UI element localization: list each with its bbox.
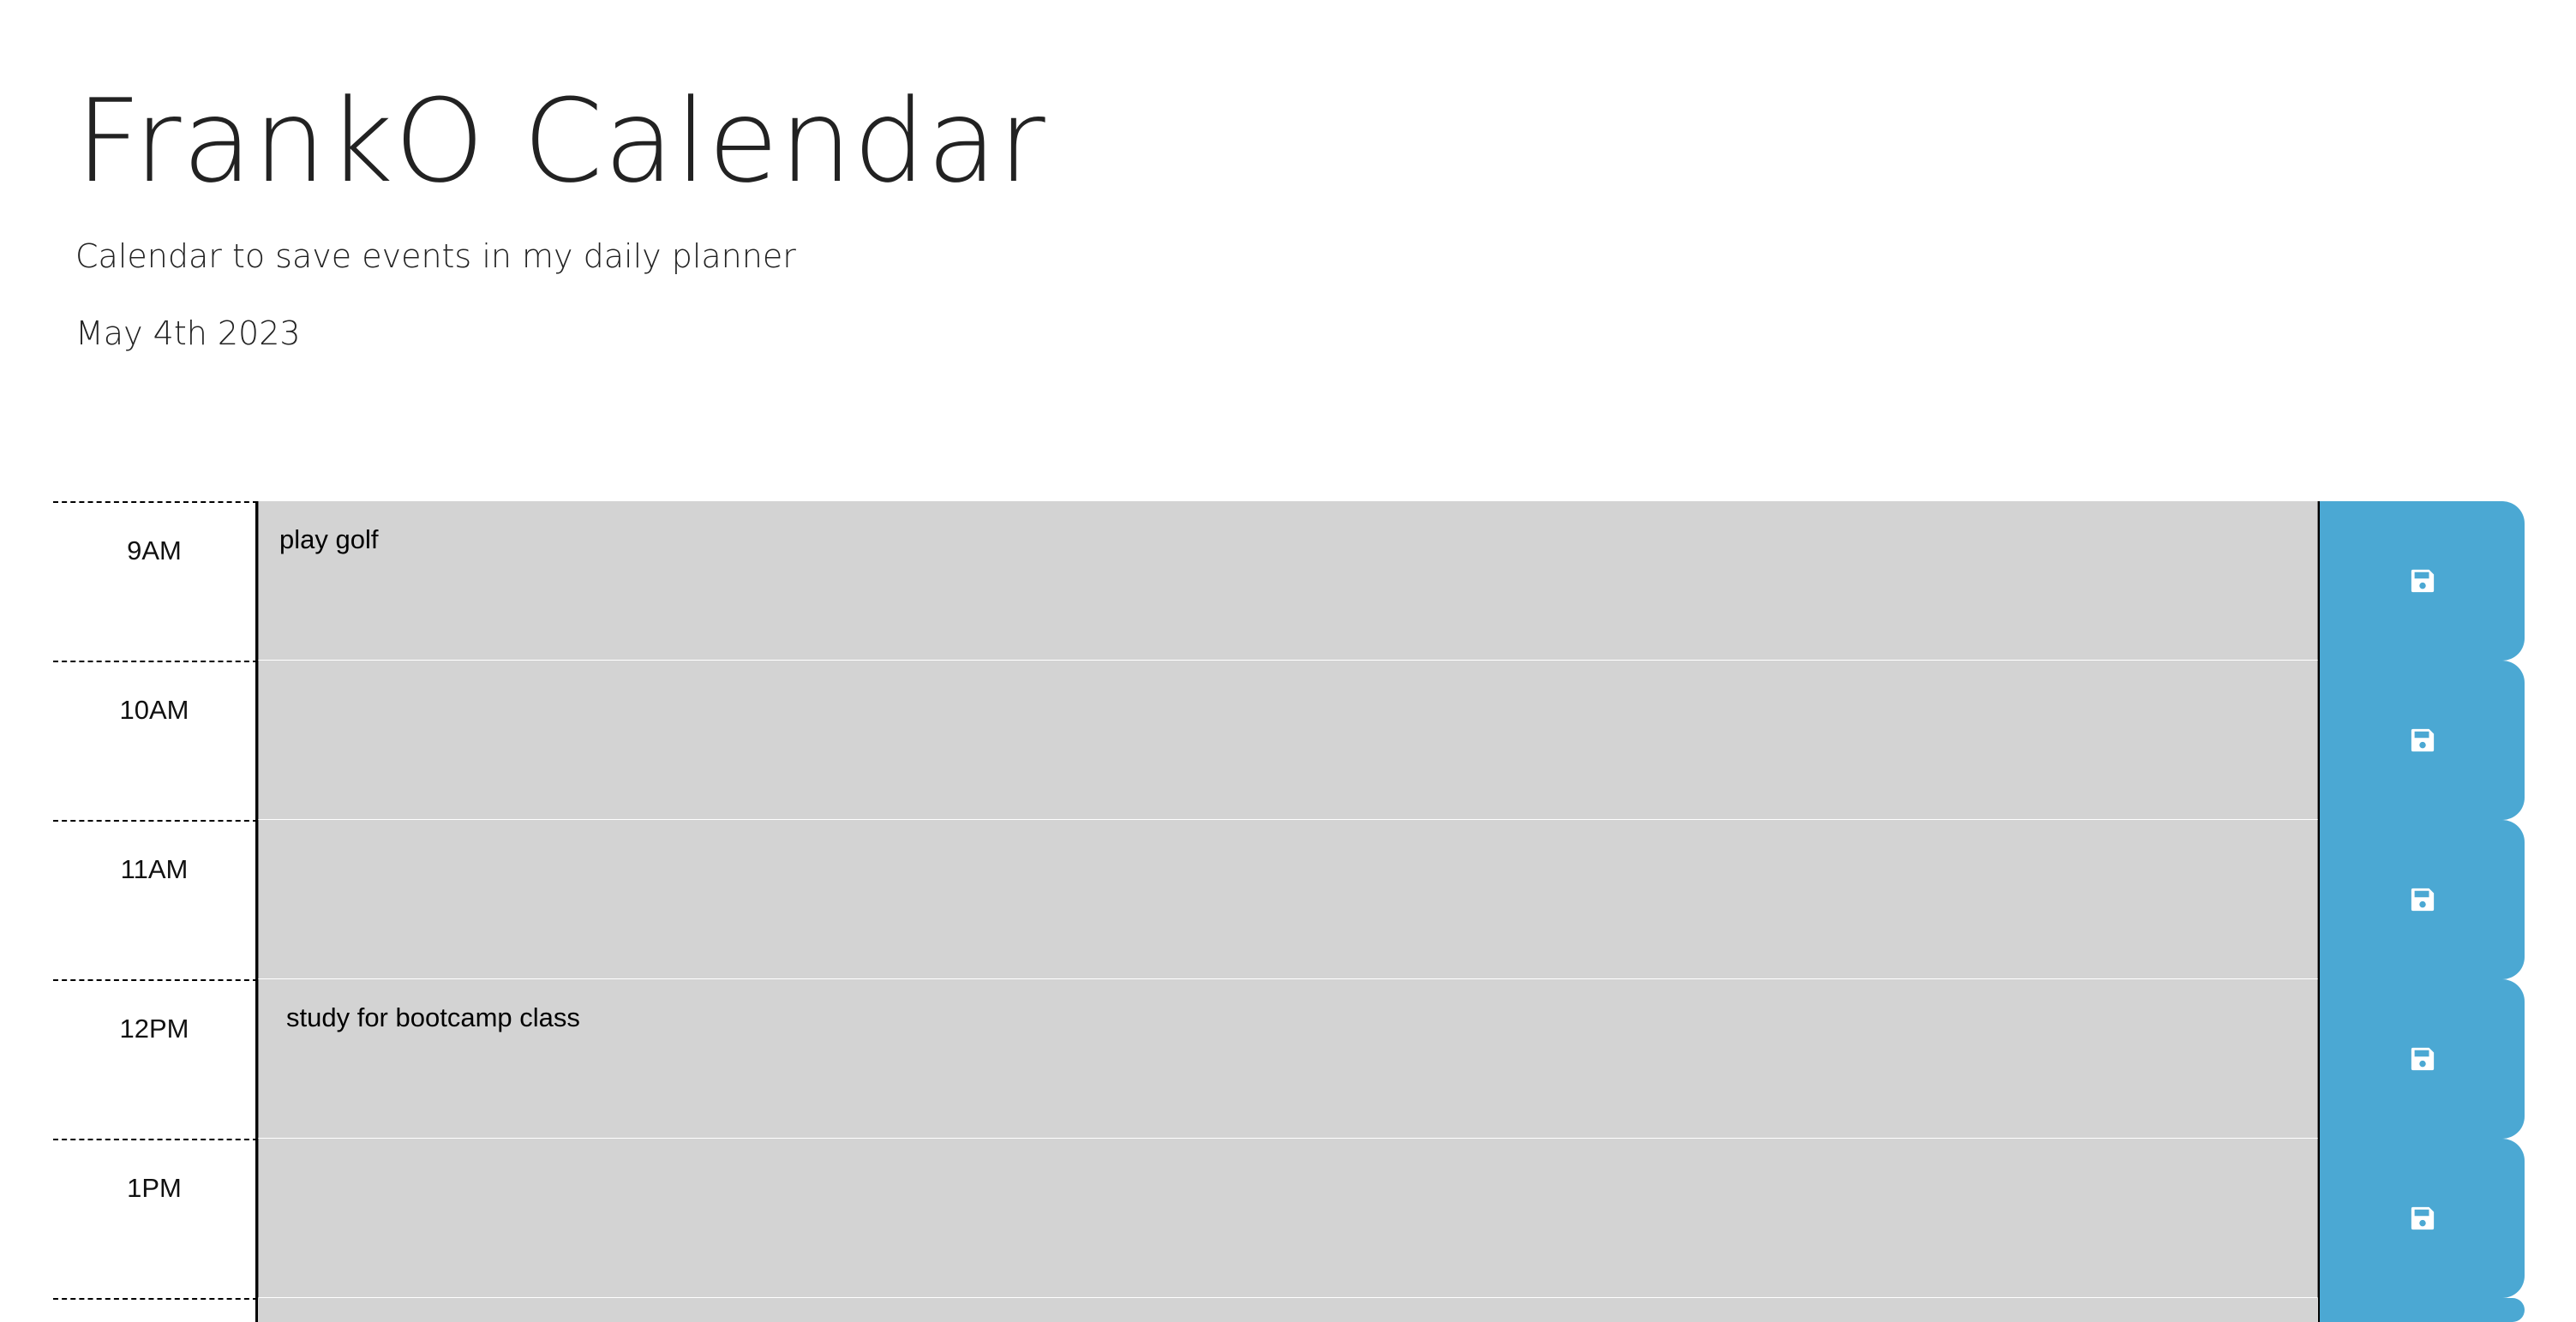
- floppy-disk-icon: [2410, 887, 2435, 912]
- floppy-disk-icon: [2410, 568, 2435, 594]
- hour-label: 1PM: [53, 1139, 258, 1298]
- floppy-disk-icon: [2410, 1205, 2435, 1231]
- event-description-input[interactable]: [258, 1139, 2318, 1298]
- save-button[interactable]: [2318, 661, 2525, 820]
- floppy-disk-icon: [2410, 727, 2435, 753]
- hour-label: 9AM: [53, 501, 258, 661]
- save-button[interactable]: [2318, 501, 2525, 661]
- current-day: May 4th 2023: [75, 314, 301, 352]
- time-block-row: 10AM: [53, 661, 2525, 820]
- hour-label: [53, 1298, 258, 1322]
- time-block-list: 9AM play golf 10AM 11AM 12PM study for b…: [53, 501, 2525, 1322]
- hour-label: 11AM: [53, 820, 258, 979]
- event-description-input[interactable]: [258, 1298, 2318, 1322]
- save-button[interactable]: [2318, 1139, 2525, 1298]
- time-block-row: 9AM play golf: [53, 501, 2525, 661]
- event-description-input[interactable]: [258, 820, 2318, 979]
- save-button[interactable]: [2318, 820, 2525, 979]
- page-title: FrankO Calendar: [75, 75, 1046, 208]
- hour-label: 10AM: [53, 661, 258, 820]
- floppy-disk-icon: [2410, 1046, 2435, 1072]
- page-subtitle: Calendar to save events in my daily plan…: [75, 237, 796, 275]
- page-header: FrankO Calendar Calendar to save events …: [75, 69, 2475, 353]
- time-block-row: 1PM: [53, 1139, 2525, 1298]
- time-block-row: 12PM study for bootcamp class: [53, 979, 2525, 1139]
- time-block-row-partial: [53, 1298, 2525, 1322]
- event-description-input[interactable]: study for bootcamp class: [258, 979, 2318, 1139]
- hour-label: 12PM: [53, 979, 258, 1139]
- event-description-input[interactable]: [258, 661, 2318, 820]
- time-block-row: 11AM: [53, 820, 2525, 979]
- event-description-input[interactable]: play golf: [258, 501, 2318, 661]
- save-button[interactable]: [2318, 979, 2525, 1139]
- save-button[interactable]: [2318, 1298, 2525, 1322]
